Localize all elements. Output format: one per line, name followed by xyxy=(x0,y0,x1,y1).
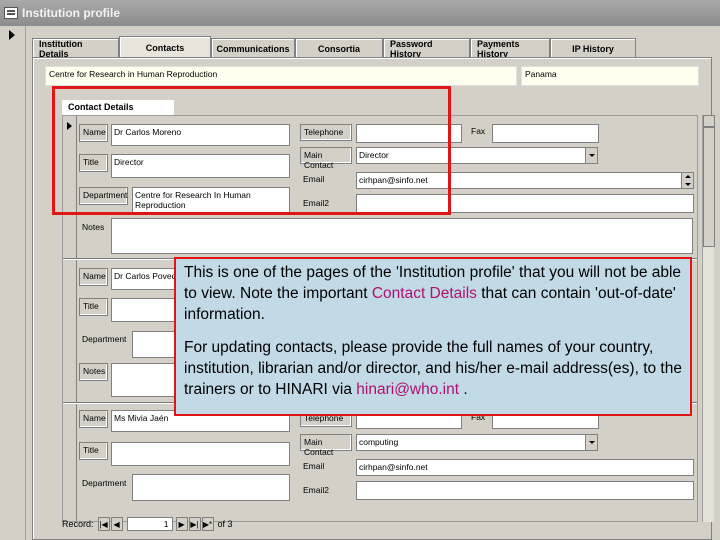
window-title-bar: Institution profile xyxy=(0,0,720,26)
department-label: Department xyxy=(82,478,127,488)
window-title: Institution profile xyxy=(22,6,120,20)
info-callout: This is one of the pages of the 'Institu… xyxy=(174,257,692,416)
contact-details-highlight xyxy=(52,86,451,215)
chevron-down-icon[interactable] xyxy=(585,435,597,450)
contact-record: Name Ms Mivia Jaén Title Department Tele… xyxy=(63,404,697,521)
scroll-up-icon[interactable] xyxy=(703,115,715,127)
record-label: Record: xyxy=(62,519,94,529)
scroll-thumb[interactable] xyxy=(703,127,715,247)
tab-strip: Institution Details Contacts Communicati… xyxy=(32,36,636,59)
email-scroll-icon[interactable] xyxy=(681,173,693,188)
main-record-selector[interactable] xyxy=(0,26,26,540)
title-label: Title xyxy=(79,298,108,316)
main-contact-select[interactable]: computing xyxy=(356,434,598,451)
name-label: Name xyxy=(79,410,108,428)
tab-consortia[interactable]: Consortia xyxy=(295,38,383,58)
email2-label: Email2 xyxy=(303,485,329,495)
record-selector[interactable] xyxy=(63,260,77,402)
callout-paragraph-2: For updating contacts, please provide th… xyxy=(184,337,682,400)
tab-payments-history[interactable]: Payments History xyxy=(470,38,550,59)
form-icon xyxy=(4,7,18,19)
name-label: Name xyxy=(79,268,108,286)
chevron-down-icon[interactable] xyxy=(585,148,597,163)
tab-ip-history[interactable]: IP History xyxy=(550,38,636,58)
record-number-input[interactable]: 1 xyxy=(126,517,173,531)
tab-password-history[interactable]: Password History xyxy=(383,38,470,59)
record-navigation: Record: |◀ ◀ 1 ▶ ▶| ▶* of 3 xyxy=(62,514,262,534)
callout-text: . xyxy=(459,381,468,398)
callout-accent-text: Contact Details xyxy=(371,285,477,302)
main-contact-label: Main Contact xyxy=(300,434,352,457)
record-count: of 3 xyxy=(217,519,233,529)
email-label: Email xyxy=(303,461,325,471)
institution-country-field[interactable]: Panama xyxy=(521,66,699,86)
tab-communications[interactable]: Communications xyxy=(211,38,295,58)
email-field[interactable]: cirhpan@sinfo.net xyxy=(356,459,694,476)
title-field[interactable] xyxy=(111,442,290,466)
new-record-icon[interactable]: ▶* xyxy=(201,517,214,531)
department-field[interactable] xyxy=(132,474,290,501)
record-selector[interactable] xyxy=(63,404,77,521)
first-record-icon[interactable]: |◀ xyxy=(97,517,110,531)
email2-field[interactable] xyxy=(356,481,694,500)
notes-label: Notes xyxy=(82,222,105,232)
current-record-arrow-icon xyxy=(9,30,15,40)
title-label: Title xyxy=(79,442,108,460)
callout-paragraph-1: This is one of the pages of the 'Institu… xyxy=(184,262,682,325)
next-record-icon[interactable]: ▶ xyxy=(175,517,188,531)
last-record-icon[interactable]: ▶| xyxy=(188,517,201,531)
tab-institution-details[interactable]: Institution Details xyxy=(32,38,119,59)
main-contact-value: computing xyxy=(359,437,399,447)
fax-field[interactable] xyxy=(492,124,599,143)
fax-label: Fax xyxy=(471,126,486,136)
callout-email-link[interactable]: hinari@who.int xyxy=(356,381,459,398)
tab-contacts[interactable]: Contacts xyxy=(119,36,211,58)
previous-record-icon[interactable]: ◀ xyxy=(110,517,123,531)
notes-field[interactable] xyxy=(111,218,693,254)
subform-scrollbar[interactable] xyxy=(702,115,715,522)
notes-label: Notes xyxy=(79,363,108,381)
department-label: Department xyxy=(82,334,127,344)
institution-name-field[interactable]: Centre for Research in Human Reproductio… xyxy=(45,66,517,86)
